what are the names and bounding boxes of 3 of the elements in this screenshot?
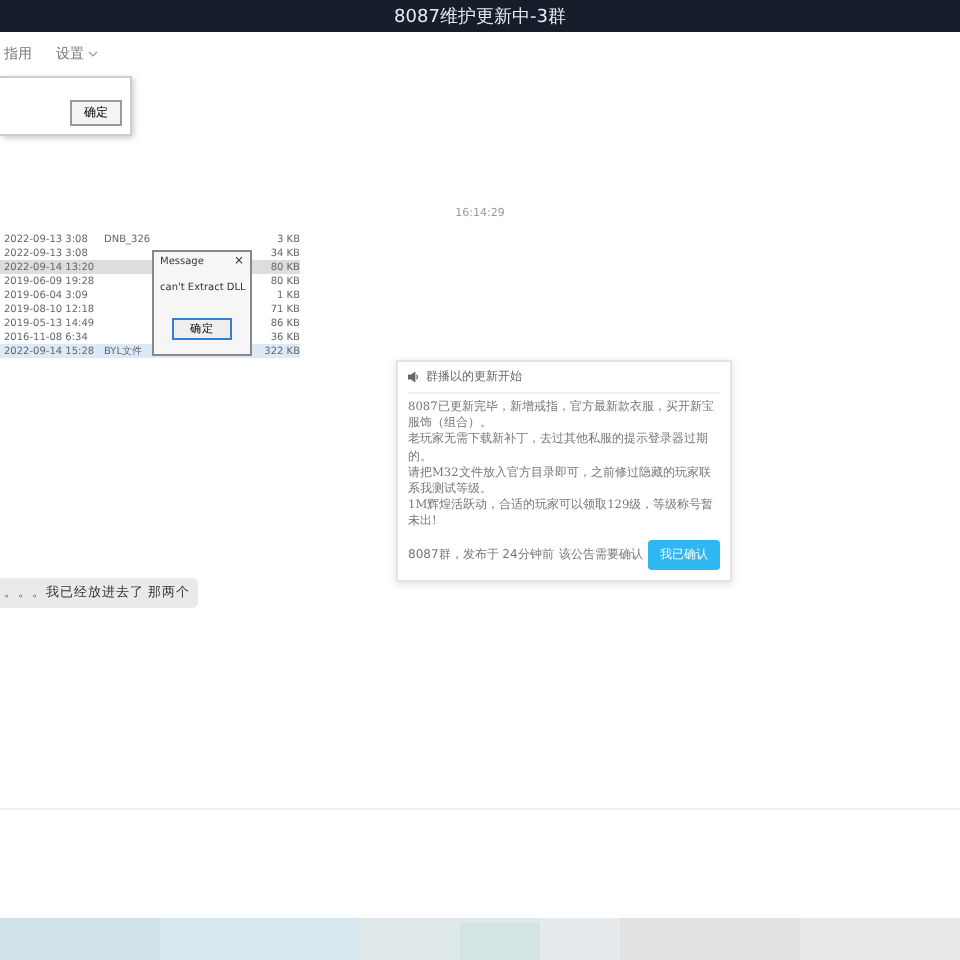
caret-icon	[88, 50, 98, 58]
speaker-icon	[408, 372, 420, 382]
window-title: 8087维护更新中-3群	[0, 0, 960, 32]
